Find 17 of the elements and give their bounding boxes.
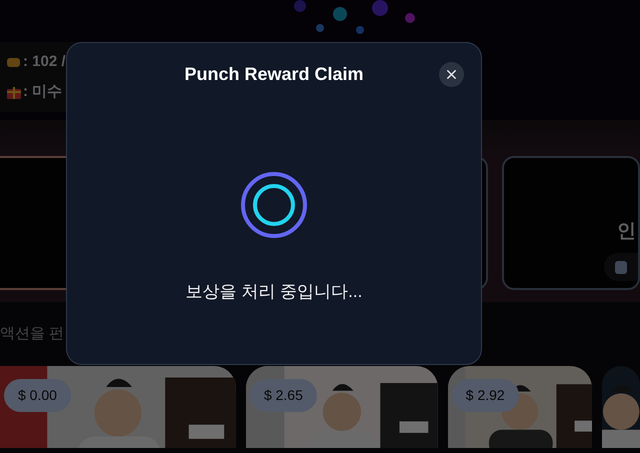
- close-icon: [444, 67, 459, 82]
- stat-text: : 미수: [23, 82, 62, 102]
- price-badge: $ 2.92: [452, 379, 519, 412]
- stat-text: : 102 /: [23, 52, 66, 72]
- status-message: 보상을 처리 중입니다...: [186, 281, 362, 303]
- gift-icon: [6, 84, 22, 100]
- action-card[interactable]: 인: [502, 156, 640, 290]
- loading-spinner: [240, 171, 308, 239]
- card-title: 인: [617, 220, 638, 244]
- price-badge: $ 2.65: [250, 379, 317, 412]
- hint-text: 액션을 펀: [0, 324, 64, 344]
- video-card[interactable]: $ 2.92: [448, 366, 592, 448]
- dialog-title: Punch Reward Claim: [184, 62, 364, 86]
- price-badge: $ 0.00: [4, 379, 71, 412]
- close-button[interactable]: [439, 62, 464, 87]
- video-card[interactable]: $ 0.00: [0, 366, 236, 448]
- video-card[interactable]: $ 2.65: [246, 366, 438, 448]
